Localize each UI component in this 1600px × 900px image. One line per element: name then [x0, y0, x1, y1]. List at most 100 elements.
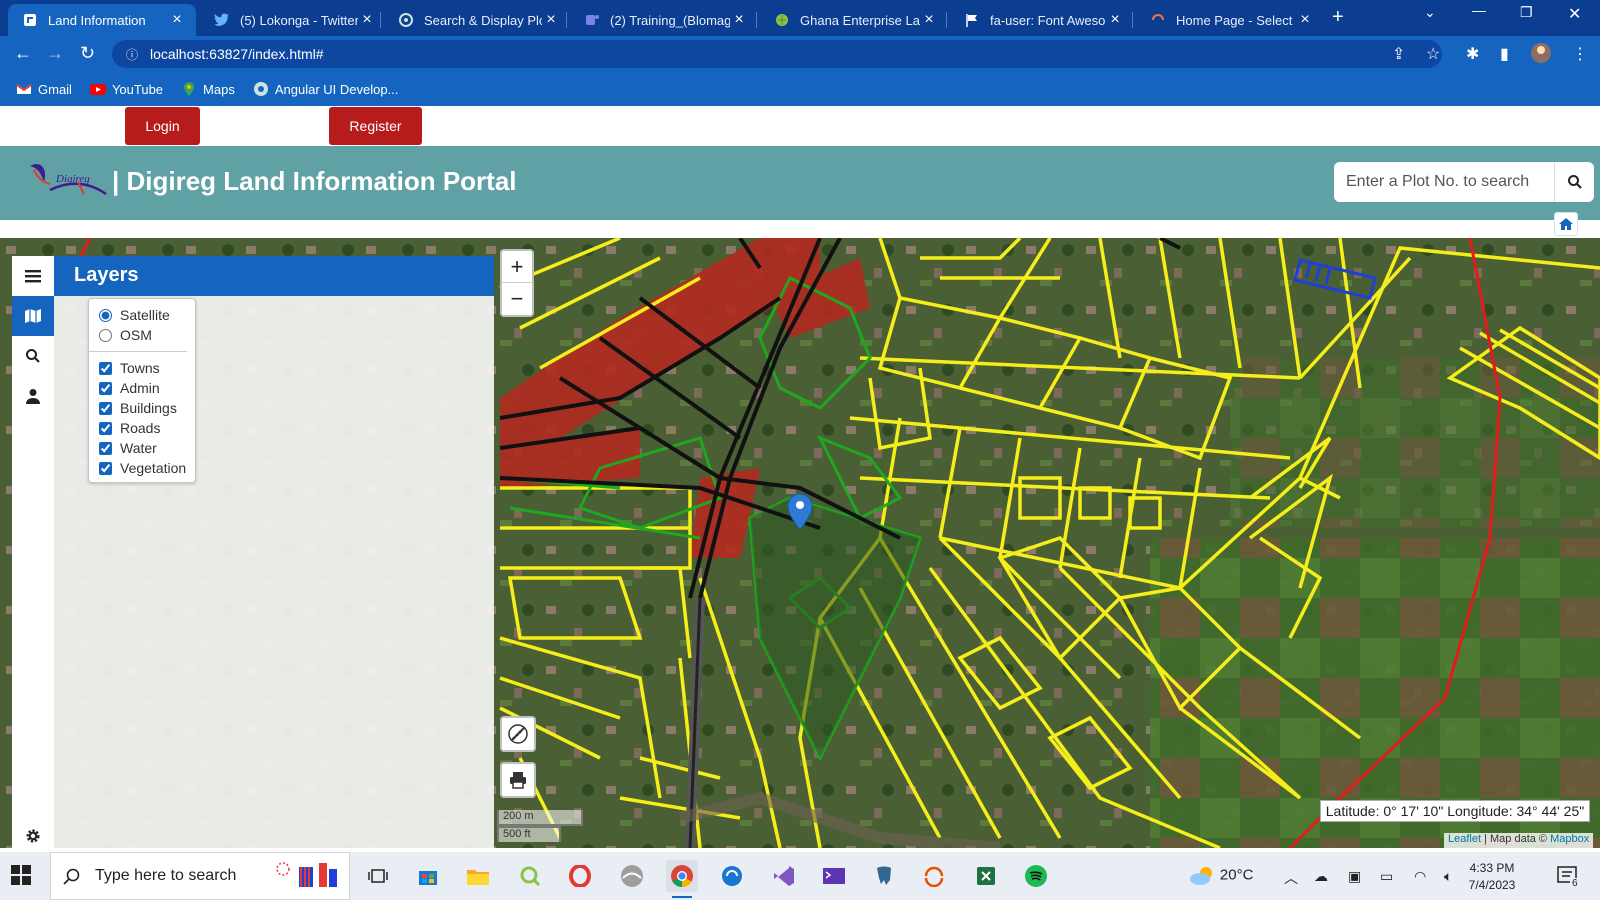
notifications-button[interactable]: 6 [1556, 864, 1580, 889]
visual-studio-button[interactable] [768, 860, 800, 892]
start-button[interactable] [10, 864, 32, 886]
zoom-in-button[interactable]: + [502, 251, 532, 283]
profile-avatar[interactable] [1530, 42, 1552, 64]
url-field[interactable]: ⓘ localhost:63827/index.html# [112, 40, 1442, 68]
print-button[interactable] [500, 762, 536, 798]
share-icon[interactable]: ⇪ [1392, 44, 1405, 64]
close-tab-icon[interactable]: × [1296, 11, 1314, 29]
chrome-button[interactable] [666, 860, 698, 898]
excel-icon [977, 867, 995, 885]
excel-button[interactable] [970, 860, 1002, 892]
tab-home-page[interactable]: Home Page - Select o × [1136, 4, 1324, 36]
close-tab-icon[interactable]: × [168, 11, 186, 29]
forward-icon[interactable]: → [46, 43, 64, 64]
reload-icon[interactable]: ↻ [80, 43, 95, 64]
overlay-water-checkbox[interactable] [99, 441, 112, 455]
overlay-admin-checkbox[interactable] [99, 381, 112, 395]
mapbox-link[interactable]: Mapbox [1550, 833, 1589, 845]
overlay-admin[interactable]: Admin [99, 378, 195, 398]
onedrive-icon[interactable]: ☁ [1314, 868, 1328, 885]
basemap-osm[interactable]: OSM [99, 325, 195, 345]
overlay-towns-checkbox[interactable] [99, 361, 112, 375]
close-window-icon[interactable]: ✕ [1568, 4, 1581, 24]
file-explorer-button[interactable] [462, 860, 494, 892]
layer-divider [89, 351, 187, 352]
tray-overflow-icon[interactable]: ︿ [1284, 868, 1298, 888]
back-icon[interactable]: ← [14, 43, 32, 64]
plot-search-input[interactable] [1334, 162, 1554, 202]
postgres-icon [877, 866, 891, 885]
page-icon [22, 12, 38, 28]
close-tab-icon[interactable]: × [920, 11, 938, 29]
overlay-water[interactable]: Water [99, 438, 195, 458]
battery-icon[interactable]: ▭ [1380, 868, 1393, 885]
leaflet-link[interactable]: Leaflet [1448, 833, 1481, 845]
measure-button[interactable] [500, 716, 536, 752]
store-button[interactable] [412, 860, 444, 892]
qgis-button[interactable] [514, 860, 546, 892]
overlay-vegetation-checkbox[interactable] [99, 461, 112, 475]
new-tab-icon[interactable]: + [1332, 6, 1344, 29]
overlay-buildings-checkbox[interactable] [99, 401, 112, 415]
restore-icon[interactable]: ❐ [1520, 4, 1533, 21]
windows-icon [11, 865, 31, 885]
login-button[interactable]: Login [125, 107, 200, 145]
tab-title: (5) Lokonga - Twitter [240, 12, 358, 28]
sidebar-menu-button[interactable] [12, 256, 54, 296]
basemap-satellite-radio[interactable] [99, 308, 112, 322]
taskbar-search[interactable]: Type here to search [50, 852, 350, 900]
search-button[interactable] [1554, 162, 1594, 202]
search-icon [1567, 175, 1582, 189]
overlay-buildings[interactable]: Buildings [99, 398, 195, 418]
weather-widget[interactable]: 20°C [1188, 864, 1253, 886]
tab-land-information[interactable]: Land Information × [8, 4, 196, 36]
sidebar-tab-search[interactable] [12, 336, 54, 376]
wifi-icon[interactable]: ◠ [1414, 868, 1426, 885]
meet-icon[interactable]: ▣ [1348, 868, 1361, 885]
extensions-icon[interactable]: ✱ [1466, 44, 1479, 64]
postgres-button[interactable] [868, 860, 900, 892]
sidebar-tab-layers[interactable] [12, 296, 54, 336]
map-icon [25, 309, 41, 323]
eclipse-button[interactable] [918, 860, 950, 892]
close-tab-icon[interactable]: × [730, 11, 748, 29]
register-button[interactable]: Register [329, 107, 422, 145]
tab-ghana-enterprise[interactable]: Ghana Enterprise Land × [760, 4, 948, 36]
spotify-button[interactable] [1020, 860, 1052, 892]
tab-font-awesome[interactable]: fa-user: Font Awesome × [950, 4, 1134, 36]
bookmark-youtube[interactable]: YouTube [89, 81, 163, 97]
tab-search-display-plot[interactable]: Search & Display Plot × [384, 4, 570, 36]
vpn-button[interactable] [716, 860, 748, 892]
zoom-out-button[interactable]: − [502, 283, 532, 315]
opera-button[interactable] [564, 860, 596, 892]
menu-dots-icon[interactable]: ⋮ [1572, 44, 1588, 64]
bookmark-gmail[interactable]: Gmail [16, 81, 72, 97]
tab-search-icon[interactable]: ⌄ [1424, 4, 1436, 21]
system-clock[interactable]: 4:33 PM 7/4/2023 [1452, 860, 1532, 894]
bookmark-angular-ui[interactable]: Angular UI Develop... [253, 81, 398, 97]
tab-twitter[interactable]: (5) Lokonga - Twitter × [200, 4, 386, 36]
basemap-osm-radio[interactable] [99, 328, 112, 342]
close-tab-icon[interactable]: × [358, 11, 376, 29]
side-panel-icon[interactable]: ▮ [1500, 44, 1509, 64]
minimize-icon[interactable]: — [1472, 2, 1486, 18]
bookmark-maps[interactable]: Maps [181, 81, 235, 97]
layer-control: Satellite OSM Towns Admin Buildings Road… [88, 298, 196, 483]
home-button[interactable] [1554, 212, 1578, 236]
close-tab-icon[interactable]: × [1106, 11, 1124, 29]
close-tab-icon[interactable]: × [542, 11, 560, 29]
overlay-vegetation[interactable]: Vegetation [99, 458, 195, 478]
overlay-towns[interactable]: Towns [99, 358, 195, 378]
sidebar-tab-settings[interactable] [12, 828, 54, 844]
overlay-roads[interactable]: Roads [99, 418, 195, 438]
sidebar-tab-user[interactable] [12, 376, 54, 416]
bookmark-star-icon[interactable]: ☆ [1426, 44, 1440, 64]
terminal-button[interactable] [818, 860, 850, 892]
basemap-satellite[interactable]: Satellite [99, 305, 195, 325]
tab-training[interactable]: (2) Training_(Blomagr × [570, 4, 758, 36]
overlay-roads-checkbox[interactable] [99, 421, 112, 435]
app-button[interactable] [616, 860, 648, 892]
site-info-icon[interactable]: ⓘ [126, 46, 138, 63]
layers-sidebar: Layers Satellite OSM Towns Admin Buildin… [12, 256, 494, 848]
task-view-button[interactable] [362, 860, 394, 892]
